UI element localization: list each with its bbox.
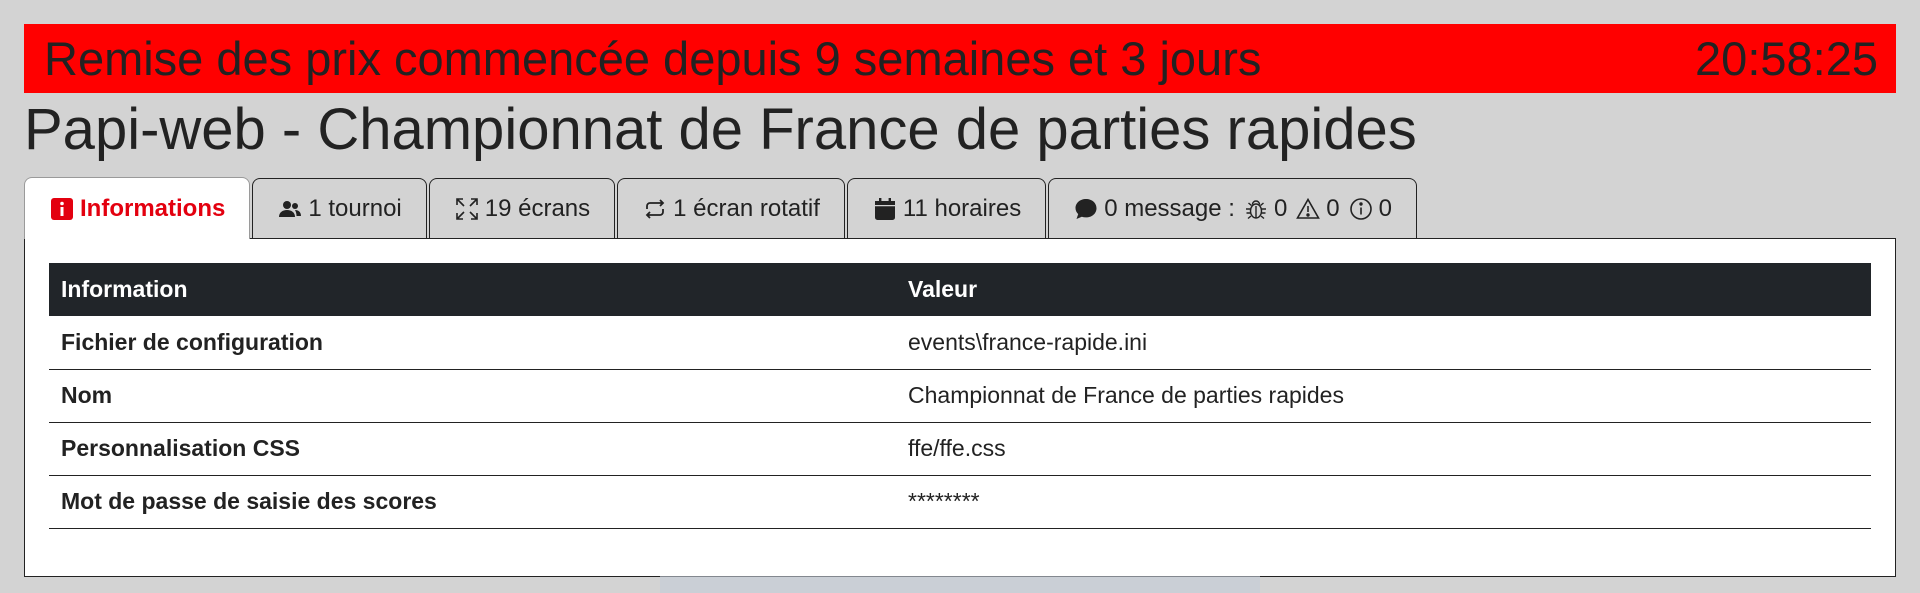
tab-horaires[interactable]: 11 horaires — [846, 178, 1047, 239]
banner-clock: 20:58:25 — [1695, 32, 1878, 85]
informations-table: Information Valeur Fichier de configurat… — [49, 263, 1871, 529]
warning-icon — [1295, 196, 1321, 222]
row-key: Mot de passe de saisie des scores — [49, 475, 896, 529]
info-count: 0 — [1378, 195, 1393, 222]
row-key: Nom — [49, 369, 896, 423]
column-header-valeur: Valeur — [896, 263, 1871, 316]
table-row: Fichier de configuration events\france-r… — [49, 316, 1871, 370]
page-title: Papi-web - Championnat de France de part… — [24, 97, 1417, 162]
table-row: Mot de passe de saisie des scores ******… — [49, 475, 1871, 529]
calendar-icon — [872, 196, 898, 222]
row-key: Personnalisation CSS — [49, 422, 896, 476]
tab-label: 1 écran rotatif — [673, 195, 820, 222]
fullscreen-icon — [454, 196, 480, 222]
table-row: Nom Championnat de France de parties rap… — [49, 369, 1871, 423]
repeat-icon — [642, 196, 668, 222]
info-square-icon — [49, 196, 75, 222]
tab-label: 1 tournoi — [308, 195, 402, 222]
tab-ecran-rotatif[interactable]: 1 écran rotatif — [617, 178, 845, 239]
row-value: ffe/ffe.css — [896, 422, 1871, 476]
table-header-row: Information Valeur — [49, 263, 1871, 316]
column-header-information: Information — [49, 263, 896, 316]
row-value: events\france-rapide.ini — [896, 316, 1871, 370]
row-value: ******** — [896, 475, 1871, 529]
row-value: Championnat de France de parties rapides — [896, 369, 1871, 423]
warning-count: 0 — [1326, 195, 1340, 222]
tab-label: 19 écrans — [484, 195, 591, 222]
tab-messages[interactable]: 0 message : 0 0 0 — [1048, 178, 1418, 239]
info-circle-icon — [1348, 196, 1374, 222]
tab-label: 0 message : — [1104, 195, 1235, 222]
tab-label: Informations — [80, 194, 226, 222]
tab-bar: Informations 1 tournoi 19 écrans 1 écran… — [24, 177, 1419, 239]
tab-label: 11 horaires — [902, 195, 1022, 222]
chat-icon — [1073, 196, 1099, 222]
tab-ecrans[interactable]: 19 écrans — [428, 178, 616, 239]
background-logo — [660, 576, 1260, 593]
tab-tournois[interactable]: 1 tournoi — [252, 178, 427, 239]
row-key: Fichier de configuration — [49, 316, 896, 370]
table-row: Personnalisation CSS ffe/ffe.css — [49, 422, 1871, 476]
banner-message: Remise des prix commencée depuis 9 semai… — [44, 32, 1262, 85]
status-banner: Remise des prix commencée depuis 9 semai… — [24, 24, 1896, 93]
people-icon — [277, 196, 303, 222]
tab-informations[interactable]: Informations — [24, 177, 251, 239]
bug-icon — [1243, 196, 1269, 222]
error-count: 0 — [1273, 195, 1288, 222]
informations-panel: Information Valeur Fichier de configurat… — [24, 238, 1896, 577]
